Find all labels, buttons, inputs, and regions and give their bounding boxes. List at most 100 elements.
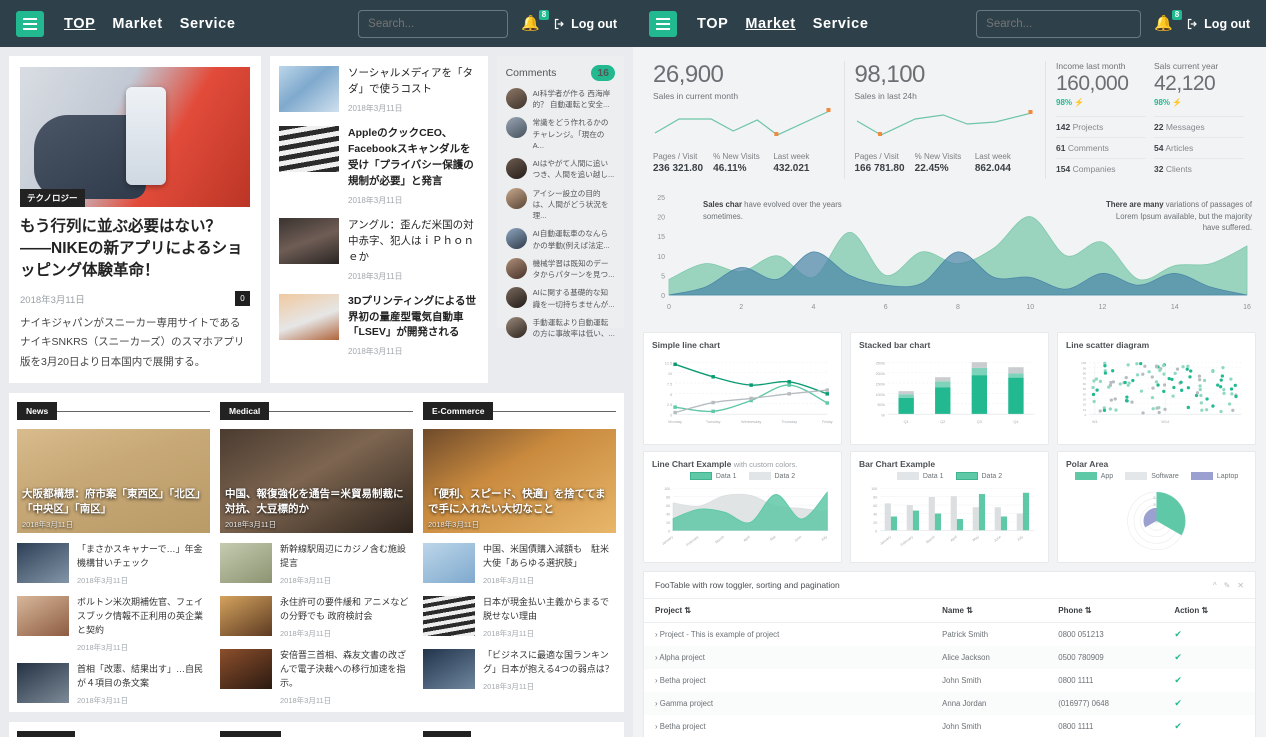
section-hero[interactable]: 「便利、スピード、快適」を捨ててまで手に入れたい大切なこと 2018年3月11日 xyxy=(423,429,616,534)
comment-item[interactable]: AIはやがて人間に追いつき、人間を追い越し... xyxy=(505,158,615,180)
feature-date: 2018年3月11日 xyxy=(20,294,85,306)
list-item-title: AppleのクックCEO、Facebookスキャンダルを受け「プライバシー保護の… xyxy=(348,126,474,187)
list-item[interactable]: 日本が現金払い主義からまるで脱せない理由 2018年3月11日 xyxy=(423,596,616,639)
svg-text:4: 4 xyxy=(812,304,816,311)
list-item[interactable]: ソーシャルメディアを「タダ」で使うコスト 2018年3月11日 xyxy=(279,66,479,114)
row-toggle-icon[interactable]: › xyxy=(655,699,658,708)
col-phone[interactable]: Phone ⇅ xyxy=(1047,599,1164,623)
bell-icon: 🔔 xyxy=(521,14,540,32)
metric-value: 862.044 xyxy=(974,163,1011,174)
table-row[interactable]: › Betha project John Smith 0800 1111 ✔ xyxy=(644,715,1255,737)
feature-article[interactable]: テクノロジー もう行列に並ぶ必要はない？ ——NIKEの新アプリによるショッピン… xyxy=(9,56,261,384)
svg-text:100: 100 xyxy=(871,487,877,491)
nav-link-market[interactable]: Market xyxy=(112,16,162,32)
svg-text:40: 40 xyxy=(873,512,877,516)
nav-link-service[interactable]: Service xyxy=(813,16,869,32)
section-hero[interactable]: 大阪都構想：府市案「東西区」「北区」「中央区」「南区」 2018年3月11日 xyxy=(17,429,210,534)
list-item[interactable]: 中国、米国債購入減額も 駐米大使「あらゆる選択肢」 2018年3月11日 xyxy=(423,543,616,586)
comment-item[interactable]: 機械学習は既知のデータからパターンを見つ... xyxy=(505,257,615,280)
hero-caption: 中国、報復強化を通告＝米貿易制裁に対抗、大豆標的か xyxy=(225,487,404,516)
kpi-list-item: 154 Companies xyxy=(1056,158,1146,179)
svg-text:0: 0 xyxy=(661,293,665,300)
close-icon[interactable]: ✕ xyxy=(1237,581,1244,590)
right-nav-links: TOP Market Service xyxy=(697,16,869,32)
list-item-date: 2018年3月11日 xyxy=(280,695,332,705)
svg-text:2000k: 2000k xyxy=(876,372,886,376)
logout-button[interactable]: Log out xyxy=(554,17,617,31)
comment-text: 手動運転より自動運転の方に事故率は低い、... xyxy=(532,317,615,338)
col-action[interactable]: Action ⇅ xyxy=(1163,599,1255,623)
logout-button[interactable]: Log out xyxy=(1187,17,1250,31)
nav-link-top[interactable]: TOP xyxy=(697,16,728,32)
row-toggle-icon[interactable]: › xyxy=(655,653,658,662)
nav-link-service[interactable]: Service xyxy=(180,16,236,32)
table-row[interactable]: › Project - This is example of project Pa… xyxy=(644,623,1255,647)
list-item[interactable]: 新幹線駅周辺にカジノ含む施設提言 2018年3月11日 xyxy=(220,543,413,586)
list-item[interactable]: AppleのクックCEO、Facebookスキャンダルを受け「プライバシー保護の… xyxy=(279,125,479,206)
metric-label: % New Visits xyxy=(914,152,962,161)
comment-text: AIはやがて人間に追いつき、人間を追い越し... xyxy=(532,159,615,180)
comment-item[interactable]: AI科学者が作る 西海岸的？ 自動運転と安全... xyxy=(505,88,615,110)
cell-name: Alice Jackson xyxy=(942,653,990,662)
row-toggle-icon[interactable]: › xyxy=(655,676,658,685)
kpi-title: Income last month xyxy=(1056,61,1126,71)
stat-label: Sales in current month xyxy=(653,91,739,101)
notifications[interactable]: 🔔 8 xyxy=(1154,9,1183,35)
avatar xyxy=(505,287,527,309)
table-row[interactable]: › Gamma project Anna Jordan (016977) 0648 ✔ xyxy=(644,692,1255,715)
col-project[interactable]: Project ⇅ xyxy=(644,599,932,623)
list-item[interactable]: 「まさかスキャナーで…」年金機構甘いチェック 2018年3月11日 xyxy=(17,543,210,586)
svg-text:Q1: Q1 xyxy=(904,420,909,424)
category-tag: テクノロジー xyxy=(20,189,85,207)
stat-value: 26,900 xyxy=(653,61,724,88)
cell-action: ✔ xyxy=(1174,629,1182,639)
list-item[interactable]: 首相「改憲、結果出す」…自民が４項目の条文案 2018年3月11日 xyxy=(17,662,210,706)
list-item[interactable]: 3Dプリンティングによる世界初の量産型電気自動車「LSEV」が開発される 201… xyxy=(279,293,479,358)
comment-item[interactable]: 手動運転より自動運転の方に事故率は低い、... xyxy=(505,316,615,339)
collapse-icon[interactable]: ^ xyxy=(1213,581,1217,590)
table-row[interactable]: › Betha project John Smith 0800 1111 ✔ xyxy=(644,669,1255,692)
search-input[interactable] xyxy=(976,9,1142,38)
list-item[interactable]: アングル：歪んだ米国の対中赤字、犯人はｉＰｈｏｎｅか 2018年3月11日 xyxy=(279,217,479,282)
svg-text:20: 20 xyxy=(657,215,665,222)
search-input[interactable] xyxy=(358,9,509,38)
list-item[interactable]: 安倍晋三首相、森友文書の改ざんで電子決裁への移行加速を指示。 2018年3月11… xyxy=(220,649,413,706)
nav-link-top[interactable]: TOP xyxy=(64,16,95,32)
nav-link-market[interactable]: Market xyxy=(745,16,795,32)
col-name[interactable]: Name ⇅ xyxy=(931,599,1048,623)
cell-project: › Betha project xyxy=(655,676,706,685)
svg-text:80: 80 xyxy=(873,496,877,500)
comment-text: AI自動運転車のなんらかの挙動(例えば法定... xyxy=(532,229,610,250)
card-title: Line Chart Example xyxy=(652,459,732,469)
comment-item[interactable]: AI自動運転車のなんらかの挙動(例えば法定... xyxy=(505,228,615,250)
list-item-date: 2018年3月11日 xyxy=(483,681,535,691)
svg-text:January: January xyxy=(661,535,674,546)
svg-text:0: 0 xyxy=(667,304,671,311)
row-toggle-icon[interactable]: › xyxy=(655,722,658,731)
list-item[interactable]: ボルトン米次期補佐官、フェイスブック情報不正利用の英企業と契約 2018年3月1… xyxy=(17,596,210,653)
bolt-icon: ⚡ xyxy=(1172,98,1183,107)
row-toggle-icon[interactable]: › xyxy=(655,630,658,639)
list-item[interactable]: 永住許可の要件緩和 アニメなどの分野でも 政府検討会 2018年3月11日 xyxy=(220,596,413,639)
svg-text:Monday: Monday xyxy=(668,420,682,424)
comment-item[interactable]: アイシー設立の目的は、人間がどう状況を理... xyxy=(505,187,615,222)
comment-item[interactable]: 常識をどう作れるかのチャレンジ。「現在のA... xyxy=(505,117,615,151)
section-title: E-Commerce xyxy=(423,402,494,421)
thumbnail xyxy=(423,649,475,690)
notifications[interactable]: 🔔 8 xyxy=(521,9,550,35)
cell-name: Anna Jordan xyxy=(942,699,987,708)
comment-item[interactable]: AIに関する基礎的な知識を一切持ちませんが... xyxy=(505,287,615,309)
hamburger-icon[interactable] xyxy=(649,10,677,37)
section-hero[interactable]: 中国、報復強化を通告＝米貿易制裁に対抗、大豆標的か 2018年3月11日 xyxy=(220,429,413,534)
table-row[interactable]: › Alpha project Alice Jackson 0500 780909 ✔ xyxy=(644,646,1255,669)
svg-text:July: July xyxy=(820,535,828,542)
svg-text:February: February xyxy=(686,535,700,547)
card-title: Bar Chart Example xyxy=(859,459,936,469)
category-columns-2: Marketing Innovation Service xyxy=(9,721,624,737)
list-item[interactable]: 「ビジネスに最適な国ランキング」日本が抱える4つの弱点は？ 2018年3月11日 xyxy=(423,649,616,692)
settings-icon[interactable]: ✎ xyxy=(1224,581,1231,590)
notification-badge: 8 xyxy=(538,9,550,20)
svg-text:2.5: 2.5 xyxy=(667,403,672,407)
comments-panel: Comments 16 AI科学者が作る 西海岸的？ 自動運転と安全... 常識… xyxy=(496,56,624,338)
hamburger-icon[interactable] xyxy=(16,10,44,37)
